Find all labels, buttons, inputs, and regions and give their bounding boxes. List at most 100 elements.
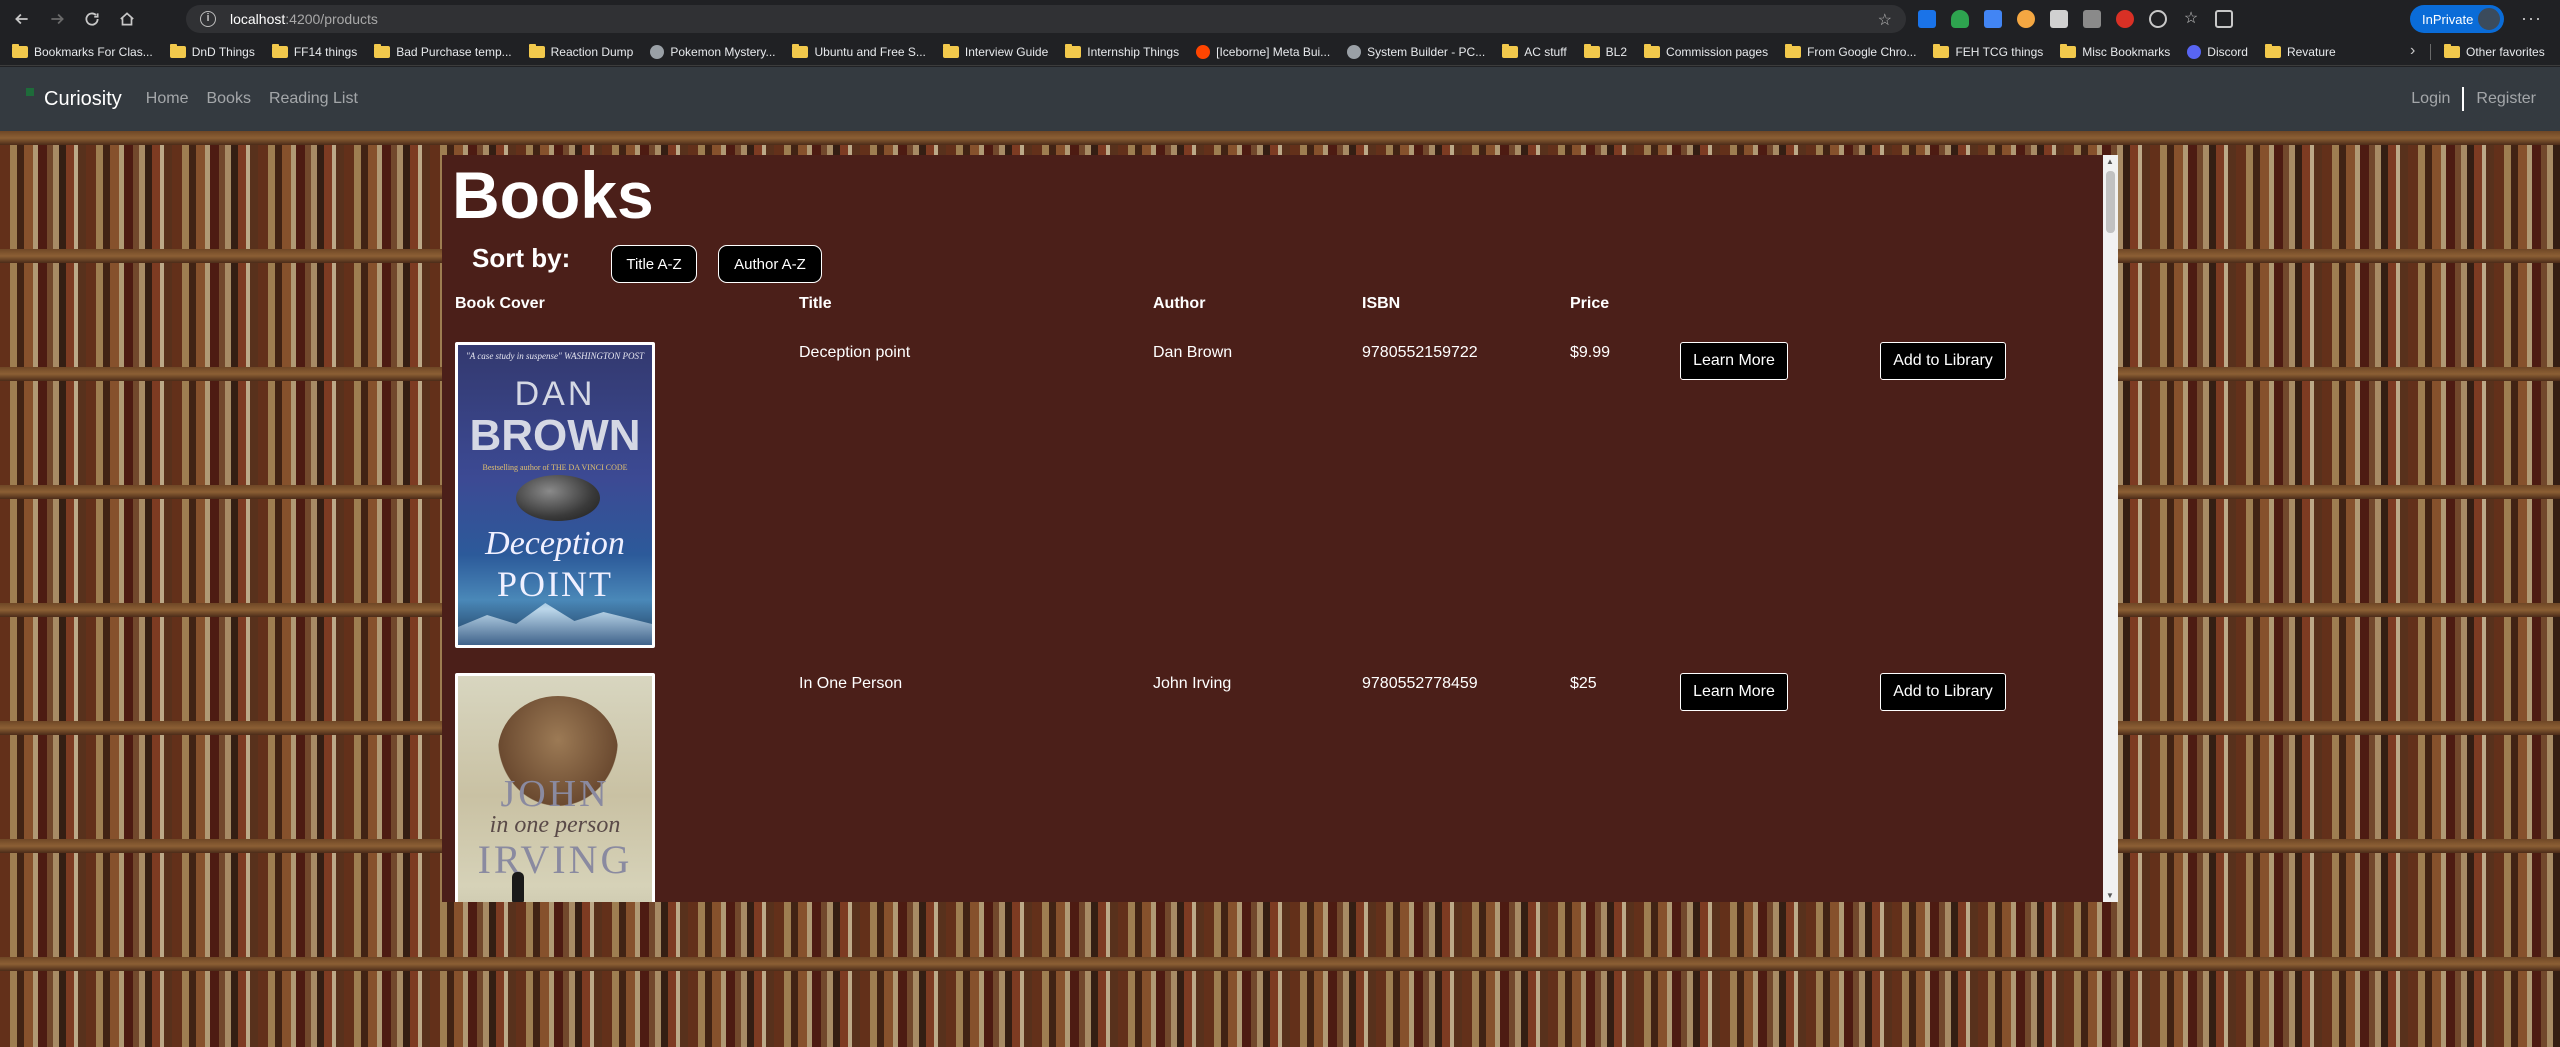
bookmark-item[interactable]: Internship Things	[1065, 43, 1180, 59]
bookmark-label: Internship Things	[1087, 44, 1180, 59]
bookmark-label: From Google Chro...	[1807, 44, 1917, 59]
bookmark-item[interactable]: AC stuff	[1502, 43, 1567, 59]
add-to-library-button[interactable]: Add to Library	[1880, 342, 2006, 380]
folder-icon	[2060, 43, 2077, 58]
bookmark-item[interactable]: Commission pages	[1644, 43, 1768, 59]
bookmark-item[interactable]: DnD Things	[169, 43, 255, 59]
bookmark-label: [Iceborne] Meta Bui...	[1216, 44, 1331, 59]
bookmark-label: FEH TCG things	[1955, 44, 2044, 59]
extension-sync-icon[interactable]	[2149, 10, 2167, 28]
bookmark-item[interactable]: FEH TCG things	[1933, 43, 2044, 59]
folder-icon	[271, 43, 288, 58]
column-header-price: Price	[1570, 295, 1610, 312]
bookmark-label: Bad Purchase temp...	[396, 44, 512, 59]
column-header-author: Author	[1153, 295, 1206, 312]
address-bar[interactable]: i localhost:4200/products ☆	[186, 5, 1906, 33]
extension-s-icon[interactable]	[1918, 10, 1936, 28]
cover-title-line1: Deception	[485, 525, 625, 562]
bookmarks-divider	[2430, 44, 2431, 60]
book-author: John Irving	[1153, 675, 1232, 692]
bookmark-item[interactable]: Misc Bookmarks	[2060, 43, 2170, 59]
back-arrow-icon[interactable]	[9, 6, 35, 32]
bookmark-item[interactable]: Discord	[2187, 44, 2248, 59]
discord-icon	[2187, 44, 2202, 59]
book-cover-deception-point[interactable]: "A case study in suspense" WASHINGTON PO…	[455, 342, 655, 648]
bookmark-item[interactable]: Reaction Dump	[528, 43, 634, 59]
more-menu-icon[interactable]: ···	[2521, 8, 2542, 29]
brand-name: Curiosity	[44, 87, 122, 110]
bookmarks-overflow-icon[interactable]: ›	[2410, 42, 2415, 60]
nav-link-books[interactable]: Books	[206, 90, 250, 108]
extensions-area: ☆	[1918, 7, 2233, 31]
folder-icon	[1502, 43, 1519, 58]
browser-toolbar: i localhost:4200/products ☆ ☆ InPrivate …	[0, 0, 2560, 38]
cover-quote: "A case study in suspense" WASHINGTON PO…	[465, 351, 645, 361]
folder-icon	[1785, 43, 1802, 58]
extension-cookie-icon[interactable]	[2017, 10, 2035, 28]
column-header-isbn: ISBN	[1362, 295, 1401, 312]
auth-divider	[2462, 87, 2465, 111]
scroll-thumb[interactable]	[2106, 171, 2115, 233]
forward-arrow-icon[interactable]	[44, 6, 70, 32]
other-favorites[interactable]: Other favorites	[2444, 38, 2545, 66]
bookmark-item[interactable]: Bookmarks For Clas...	[12, 43, 153, 59]
book-isbn: 9780552778459	[1362, 675, 1478, 692]
extension-shield-icon[interactable]	[1951, 10, 1969, 28]
nav-link-home[interactable]: Home	[146, 90, 189, 108]
bookmark-item[interactable]: Interview Guide	[942, 43, 1049, 59]
add-favorite-icon[interactable]: ☆	[1878, 10, 1892, 30]
panel-scrollbar[interactable]: ▲ ▼	[2103, 155, 2118, 902]
cover-title: in one person	[489, 812, 621, 838]
refresh-icon[interactable]	[79, 6, 105, 32]
bookmark-item[interactable]: Ubuntu and Free S...	[792, 43, 926, 59]
bookmark-item[interactable]: Bad Purchase temp...	[374, 43, 512, 59]
collections-icon[interactable]	[2215, 10, 2233, 28]
brand[interactable]: Curiosity	[26, 88, 122, 111]
column-header-cover: Book Cover	[455, 295, 545, 312]
folder-icon	[2444, 44, 2460, 58]
cover-tagline: Bestselling author of THE DA VINCI CODE	[482, 463, 628, 472]
bookmark-item[interactable]: BL2	[1583, 43, 1628, 59]
bookmark-item[interactable]: FF14 things	[271, 43, 357, 59]
scroll-down-arrow-icon[interactable]: ▼	[2106, 891, 2114, 900]
profile-avatar[interactable]	[2476, 6, 2502, 32]
reddit-icon	[1196, 44, 1211, 59]
learn-more-button[interactable]: Learn More	[1680, 342, 1788, 380]
folder-icon	[792, 43, 809, 58]
book-title: In One Person	[799, 675, 903, 692]
bookmark-item[interactable]: System Builder - PC...	[1347, 44, 1485, 59]
bookmark-label: Interview Guide	[964, 44, 1049, 59]
home-icon[interactable]	[114, 6, 140, 32]
login-link[interactable]: Login	[2411, 90, 2450, 108]
folder-icon	[1065, 43, 1082, 58]
folder-icon	[2264, 43, 2281, 58]
sort-author-button[interactable]: Author A-Z	[718, 245, 822, 283]
favorites-icon[interactable]: ☆	[2182, 10, 2200, 28]
book-price: $25	[1570, 675, 1597, 692]
learn-more-button[interactable]: Learn More	[1680, 673, 1788, 711]
extension-mail-icon[interactable]	[2083, 10, 2101, 28]
extension-translate-icon[interactable]	[1984, 10, 2002, 28]
bookmark-item[interactable]: From Google Chro...	[1785, 43, 1917, 59]
add-to-library-button[interactable]: Add to Library	[1880, 673, 2006, 711]
bookmark-label: AC stuff	[1524, 44, 1567, 59]
bookmark-label: BL2	[1605, 44, 1628, 59]
inprivate-label: InPrivate	[2422, 11, 2474, 27]
book-cover-in-one-person[interactable]: JOHN in one person IRVING	[455, 673, 655, 902]
cover-author-last: IRVING	[477, 837, 633, 882]
site-info-icon[interactable]: i	[200, 11, 216, 27]
bookmark-item[interactable]: Pokemon Mystery...	[650, 44, 776, 59]
bookmark-item[interactable]: Revature	[2264, 43, 2336, 59]
bookmark-label: Revature	[2286, 44, 2336, 59]
bookmark-label: Pokemon Mystery...	[670, 44, 776, 59]
bookmark-label: Reaction Dump	[550, 44, 634, 59]
nav-link-reading-list[interactable]: Reading List	[269, 90, 358, 108]
extension-page-icon[interactable]	[2050, 10, 2068, 28]
bookmark-item[interactable]: [Iceborne] Meta Bui...	[1196, 44, 1331, 59]
sort-title-button[interactable]: Title A-Z	[611, 245, 697, 283]
cover-author-first: DAN	[514, 375, 596, 413]
extension-red-icon[interactable]	[2116, 10, 2134, 28]
scroll-up-arrow-icon[interactable]: ▲	[2106, 157, 2114, 166]
register-link[interactable]: Register	[2476, 90, 2536, 108]
cover-author-last: BROWN	[469, 411, 641, 460]
